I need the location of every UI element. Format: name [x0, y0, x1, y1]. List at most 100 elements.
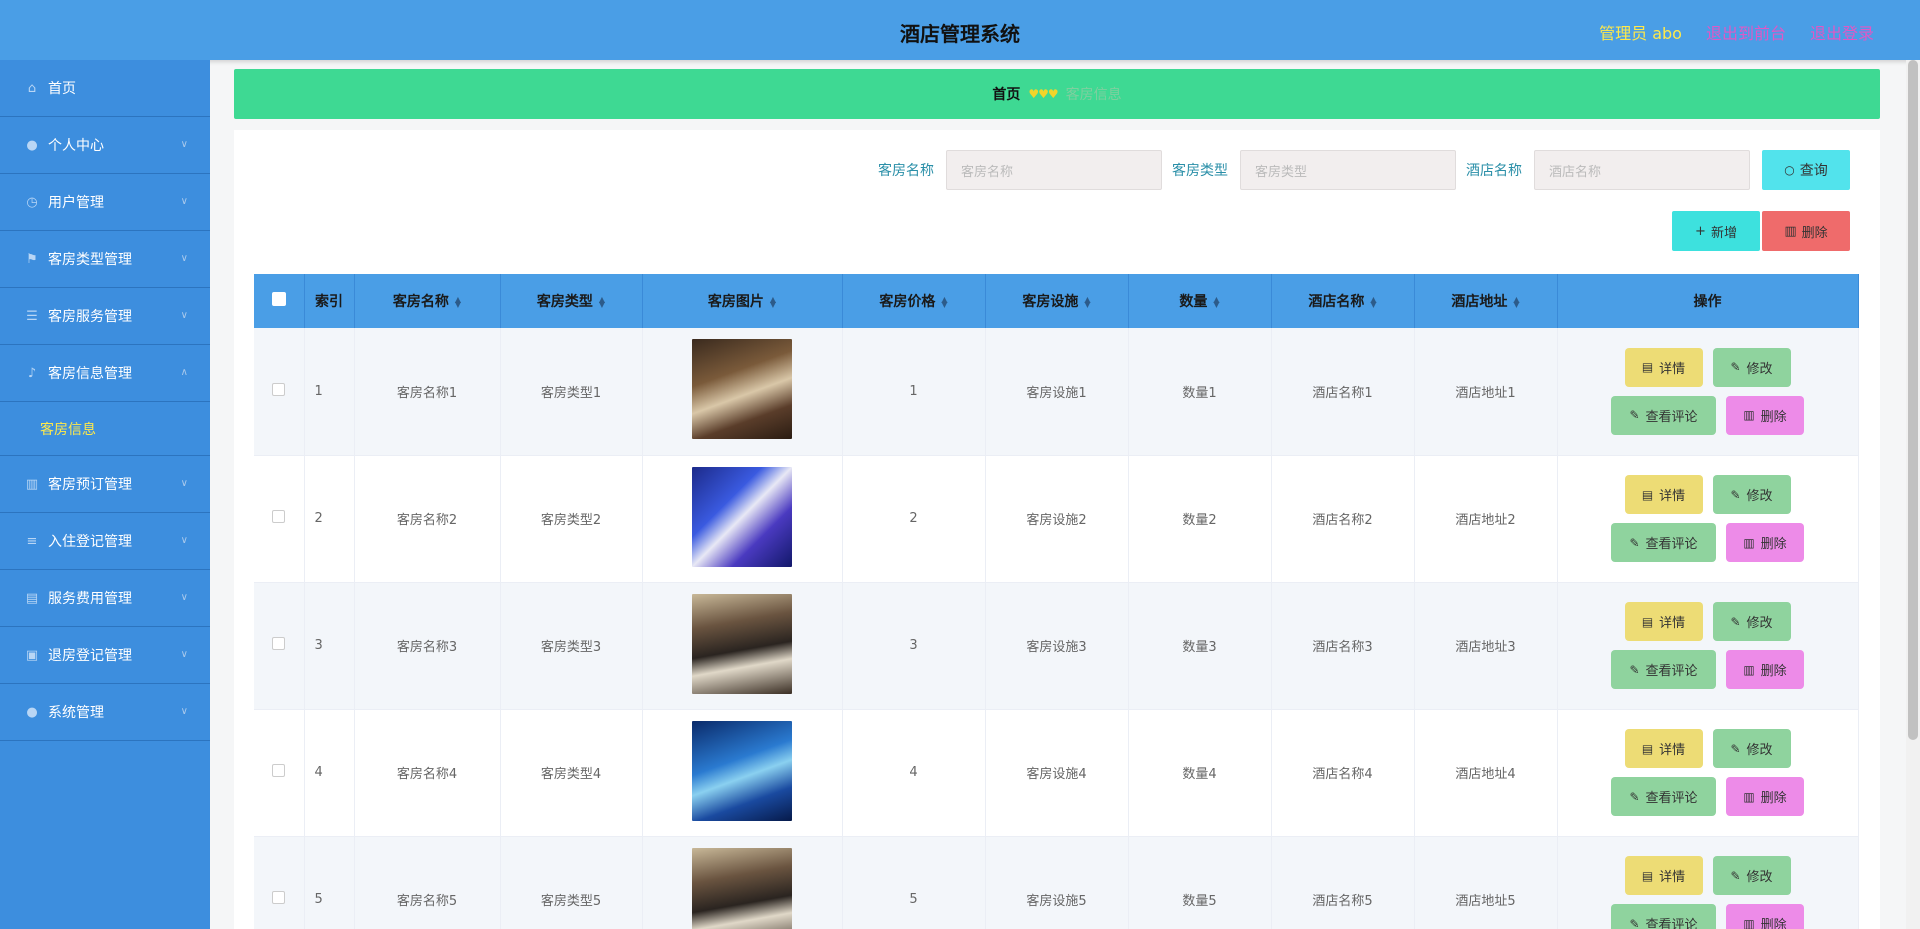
column-header-room-facility[interactable]: 客房设施 ▲ ▼ — [985, 274, 1129, 328]
row-checkbox[interactable] — [272, 891, 286, 904]
sidebar-item-personal-center[interactable]: ● 个人中心 ∨ — [0, 117, 210, 174]
sort-icon[interactable]: ▲ ▼ — [941, 296, 947, 309]
chevron-down-icon: ∨ — [180, 310, 188, 321]
sort-icon[interactable]: ▲ ▼ — [1513, 296, 1519, 309]
row-checkbox[interactable] — [272, 637, 286, 650]
header-actions: 管理员 abo 退出到前台 退出登录 — [1599, 20, 1874, 44]
column-header-hotel-address[interactable]: 酒店地址 ▲ ▼ — [1414, 274, 1558, 328]
cell-actions: ▤ 详情 ✎ 修改 ✎ 查看评论 ▥ 删除 — [1557, 455, 1859, 583]
sidebar-item-room-booking-management[interactable]: ▥ 客房预订管理 ∨ — [0, 456, 210, 513]
sort-icon[interactable]: ▲ ▼ — [770, 296, 776, 309]
sidebar-subitem-room-info[interactable]: 客房信息 — [0, 402, 210, 456]
edit-button[interactable]: ✎ 修改 — [1712, 475, 1791, 514]
sidebar-item-checkin-management[interactable]: ≡ 入住登记管理 ∨ — [0, 513, 210, 570]
delete-button-label: 删除 — [1760, 537, 1787, 552]
cell-quantity: 数量5 — [1128, 836, 1272, 929]
header-label: 客房类型 — [536, 294, 593, 310]
column-header-room-name[interactable]: 客房名称 ▲ ▼ — [354, 274, 501, 328]
delete-button[interactable]: ▥ 删除 — [1726, 395, 1804, 435]
row-checkbox[interactable] — [272, 764, 286, 777]
room-type-input[interactable]: 客房类型 — [1240, 150, 1456, 190]
room-image[interactable] — [692, 593, 792, 694]
view-reviews-button[interactable]: ✎ 查看评论 — [1611, 777, 1716, 816]
delete-button[interactable]: ▥ 删除 — [1726, 523, 1804, 562]
pencil-icon: ✎ — [1629, 408, 1640, 423]
document-icon: ▤ — [1641, 614, 1654, 629]
sort-icon[interactable]: ▲ ▼ — [599, 296, 605, 309]
detail-button[interactable]: ▤ 详情 — [1624, 729, 1703, 768]
view-reviews-button[interactable]: ✎ 查看评论 — [1611, 395, 1716, 435]
detail-button[interactable]: ▤ 详情 — [1624, 475, 1703, 514]
sidebar-item-checkout-management[interactable]: ▣ 退房登记管理 ∨ — [0, 627, 210, 684]
sidebar-item-label: 入住登记管理 — [48, 534, 132, 550]
detail-button[interactable]: ▤ 详情 — [1624, 602, 1703, 641]
cell-room-facility: 客房设施4 — [985, 709, 1129, 837]
cell-room-price: 3 — [842, 582, 986, 710]
sidebar-item-room-info-management[interactable]: ♪ 客房信息管理 ∧ — [0, 345, 210, 402]
room-image[interactable] — [692, 339, 792, 440]
edit-button[interactable]: ✎ 修改 — [1712, 729, 1791, 768]
column-header-quantity[interactable]: 数量 ▲ ▼ — [1128, 274, 1272, 328]
chevron-down-icon: ∨ — [180, 196, 188, 207]
row-checkbox[interactable] — [272, 382, 286, 396]
hotel-name-input[interactable]: 酒店名称 — [1534, 150, 1750, 190]
sort-icon[interactable]: ▲ ▼ — [1213, 296, 1219, 309]
sidebar-item-label: 客房服务管理 — [48, 309, 132, 325]
row-actions: ▤ 详情 ✎ 修改 ✎ 查看评论 ▥ 删除 — [1608, 856, 1808, 929]
page-scrollbar-thumb[interactable] — [1908, 60, 1918, 740]
column-header-room-image[interactable]: 客房图片 ▲ ▼ — [642, 274, 843, 328]
room-type-label: 客房类型 — [1172, 163, 1228, 179]
cell-room-price: 4 — [842, 709, 986, 837]
trash-icon: ▥ — [1784, 223, 1797, 239]
row-actions: ▤ 详情 ✎ 修改 ✎ 查看评论 ▥ 删除 — [1608, 729, 1808, 816]
trash-icon: ▥ — [1743, 662, 1755, 677]
room-image[interactable] — [692, 847, 792, 929]
sidebar-item-service-fee-management[interactable]: ▤ 服务费用管理 ∨ — [0, 570, 210, 627]
sidebar-item-system-management[interactable]: ● 系统管理 ∨ — [0, 684, 210, 741]
select-all-checkbox[interactable] — [271, 292, 286, 306]
sidebar-item-room-type-management[interactable]: ⚑ 客房类型管理 ∨ — [0, 231, 210, 288]
sidebar-item-home[interactable]: ⌂ 首页 — [0, 60, 210, 117]
room-image[interactable] — [692, 720, 792, 821]
document-icon: ▤ — [1641, 487, 1654, 502]
delete-button[interactable]: ▥ 删除 — [1726, 904, 1804, 929]
column-header-actions: 操作 — [1557, 274, 1859, 328]
chevron-down-icon: ∨ — [180, 478, 188, 489]
edit-button[interactable]: ✎ 修改 — [1712, 856, 1791, 895]
delete-button[interactable]: ▥ 删除 — [1726, 777, 1804, 816]
batch-delete-button[interactable]: ▥ 删除 — [1762, 211, 1850, 251]
edit-button[interactable]: ✎ 修改 — [1712, 602, 1791, 641]
row-actions: ▤ 详情 ✎ 修改 ✎ 查看评论 ▥ 删除 — [1608, 602, 1808, 689]
edit-button[interactable]: ✎ 修改 — [1712, 347, 1791, 387]
sidebar-item-label: 客房信息管理 — [48, 366, 132, 382]
room-name-input[interactable]: 客房名称 — [946, 150, 1162, 190]
sort-icon[interactable]: ▲ ▼ — [1370, 296, 1376, 309]
view-reviews-button[interactable]: ✎ 查看评论 — [1611, 904, 1716, 929]
column-header-hotel-name[interactable]: 酒店名称 ▲ ▼ — [1271, 274, 1415, 328]
add-button[interactable]: + 新增 — [1672, 211, 1760, 251]
detail-button[interactable]: ▤ 详情 — [1624, 856, 1703, 895]
column-header-room-price[interactable]: 客房价格 ▲ ▼ — [842, 274, 986, 328]
column-header-room-type[interactable]: 客房类型 ▲ ▼ — [500, 274, 643, 328]
chevron-down-icon: ∨ — [180, 706, 188, 717]
room-image[interactable] — [692, 466, 792, 567]
view-reviews-button[interactable]: ✎ 查看评论 — [1611, 650, 1716, 689]
exit-front-link[interactable]: 退出到前台 — [1706, 20, 1786, 44]
cell-room-image — [642, 455, 843, 583]
cell-hotel-address: 酒店地址3 — [1414, 582, 1558, 710]
query-button[interactable]: ○ 查询 — [1762, 150, 1850, 190]
view-reviews-button[interactable]: ✎ 查看评论 — [1611, 523, 1716, 562]
breadcrumb-home[interactable]: 首页 — [992, 84, 1020, 104]
document-icon: ▤ — [1641, 360, 1654, 375]
pencil-icon: ✎ — [1730, 360, 1741, 375]
sort-icon[interactable]: ▲ ▼ — [1084, 296, 1090, 309]
detail-button[interactable]: ▤ 详情 — [1624, 347, 1703, 387]
sidebar-item-user-management[interactable]: ◷ 用户管理 ∨ — [0, 174, 210, 231]
search-bar: 客房名称 客房名称 客房类型 客房类型 酒店名称 酒店名称 ○ 查询 — [868, 150, 1850, 190]
logout-link[interactable]: 退出登录 — [1810, 20, 1874, 44]
delete-button[interactable]: ▥ 删除 — [1726, 650, 1804, 689]
sidebar-item-room-service-management[interactable]: ☰ 客房服务管理 ∨ — [0, 288, 210, 345]
row-checkbox[interactable] — [272, 510, 286, 523]
cell-hotel-address: 酒店地址2 — [1414, 455, 1558, 583]
sort-icon[interactable]: ▲ ▼ — [455, 296, 461, 309]
